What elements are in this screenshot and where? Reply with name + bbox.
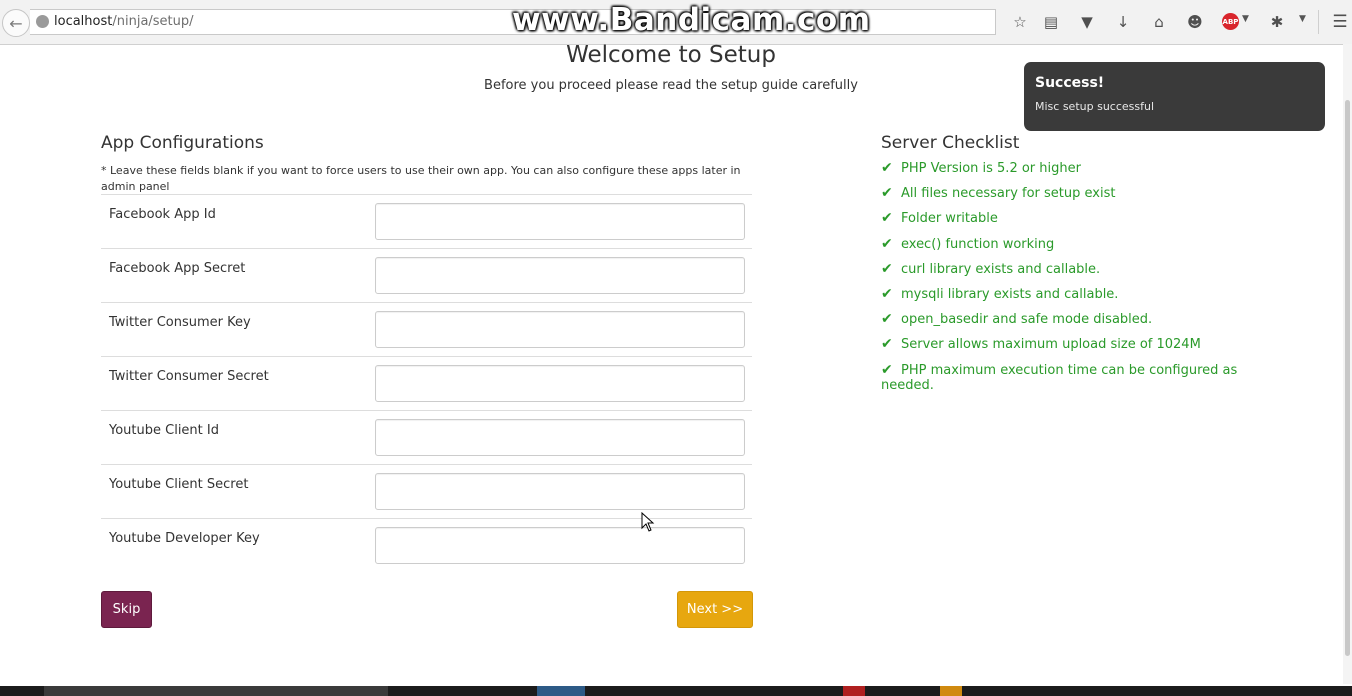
youtube-client-secret-label: Youtube Client Secret <box>109 477 249 492</box>
chat-icon[interactable]: ☻ <box>1185 12 1205 32</box>
checklist-item-text: Server allows maximum upload size of 102… <box>901 337 1201 353</box>
toolbar-divider <box>1318 10 1319 34</box>
checkmark-icon: ✔ <box>881 235 893 252</box>
server-checklist-title: Server Checklist <box>881 133 1020 153</box>
checkmark-icon: ✔ <box>881 160 893 176</box>
taskbar-app-icon[interactable] <box>537 686 585 696</box>
checklist-item-text: open_basedir and safe mode disabled. <box>901 312 1153 328</box>
checkmark-icon: ✔ <box>881 361 893 378</box>
twitter-consumer-secret-label: Twitter Consumer Secret <box>109 369 269 384</box>
skip-button[interactable]: Skip <box>101 591 152 628</box>
server-checklist: ✔ PHP Version is 5.2 or higher ✔ All files… <box>881 161 1241 403</box>
adblock-menu-caret-icon[interactable]: ▼ <box>1242 14 1249 24</box>
youtube-client-id-input[interactable] <box>375 419 745 456</box>
form-row-youtube-client-id: Youtube Client Id <box>101 410 752 464</box>
checklist-item: ✔ exec() function working <box>881 235 1241 252</box>
checklist-item-text: exec() function working <box>901 236 1055 252</box>
checklist-item: ✔ open_basedir and safe mode disabled. <box>881 311 1241 328</box>
bandicam-watermark: www.Bandicam.com <box>512 2 871 38</box>
globe-icon <box>36 15 49 28</box>
checkmark-icon: ✔ <box>881 336 893 353</box>
url-path: /ninja/setup/ <box>112 14 194 29</box>
checklist-item: ✔ PHP maximum execution time can be confi… <box>881 361 1241 393</box>
youtube-client-secret-input[interactable] <box>375 473 745 510</box>
toast-title: Success! <box>1035 75 1105 91</box>
form-row-youtube-client-secret: Youtube Client Secret <box>101 464 752 518</box>
checklist-item: ✔ All files necessary for setup exist <box>881 185 1241 202</box>
facebook-app-secret-input[interactable] <box>375 257 745 294</box>
back-button[interactable]: ← <box>2 9 30 37</box>
scrollbar-thumb[interactable] <box>1345 100 1350 656</box>
app-config-title: App Configurations <box>101 133 264 153</box>
form-row-facebook-app-id: Facebook App Id <box>101 194 752 248</box>
checklist-item-text: PHP maximum execution time can be config… <box>881 362 1238 393</box>
youtube-client-id-label: Youtube Client Id <box>109 423 219 438</box>
checklist-item-text: mysqli library exists and callable. <box>901 286 1119 302</box>
checkmark-icon: ✔ <box>881 311 893 328</box>
facebook-app-secret-label: Facebook App Secret <box>109 261 246 276</box>
bookmark-star-icon[interactable]: ☆ <box>1010 12 1030 32</box>
pocket-icon[interactable]: ▼ <box>1077 12 1097 32</box>
checklist-item: ✔ Folder writable <box>881 210 1241 227</box>
taskbar-app-icon[interactable] <box>843 686 865 696</box>
checkmark-icon: ✔ <box>881 210 893 227</box>
form-row-facebook-app-secret: Facebook App Secret <box>101 248 752 302</box>
url-text: localhost/ninja/setup/ <box>54 14 194 29</box>
checkmark-icon: ✔ <box>881 260 893 277</box>
overflow-caret-icon[interactable]: ▼ <box>1299 14 1306 24</box>
checklist-item-text: All files necessary for setup exist <box>901 186 1116 202</box>
checklist-item: ✔ Server allows maximum upload size of 10… <box>881 336 1241 353</box>
facebook-app-id-input[interactable] <box>375 203 745 240</box>
facebook-app-id-label: Facebook App Id <box>109 207 216 222</box>
checklist-item-text: PHP Version is 5.2 or higher <box>901 161 1081 176</box>
form-row-twitter-consumer-secret: Twitter Consumer Secret <box>101 356 752 410</box>
toast-message: Misc setup successful <box>1035 100 1155 113</box>
arrow-left-icon: ← <box>9 13 23 33</box>
twitter-consumer-key-label: Twitter Consumer Key <box>109 315 251 330</box>
browser-toolbar: ← localhost/ninja/setup/ www.Bandicam.co… <box>0 0 1352 45</box>
extension-icon[interactable]: ✱ <box>1267 12 1287 32</box>
checklist-item-text: Folder writable <box>901 211 998 227</box>
checklist-item: ✔ mysqli library exists and callable. <box>881 285 1241 302</box>
mouse-cursor-icon <box>641 512 655 532</box>
download-icon[interactable]: ↓ <box>1113 12 1133 32</box>
adblock-icon[interactable]: ABP <box>1222 13 1239 30</box>
app-config-note: * Leave these fields blank if you want t… <box>101 164 741 193</box>
hamburger-menu-icon[interactable]: ☰ <box>1330 12 1350 32</box>
url-host: localhost <box>54 14 113 29</box>
reading-list-icon[interactable]: ▤ <box>1041 12 1061 32</box>
checkmark-icon: ✔ <box>881 285 893 302</box>
form-row-twitter-consumer-key: Twitter Consumer Key <box>101 302 752 356</box>
home-icon[interactable]: ⌂ <box>1149 12 1169 32</box>
youtube-developer-key-label: Youtube Developer Key <box>109 531 260 546</box>
taskbar-window-button[interactable] <box>44 686 388 696</box>
taskbar-app-icon[interactable] <box>940 686 962 696</box>
next-button[interactable]: Next >> <box>677 591 753 628</box>
twitter-consumer-key-input[interactable] <box>375 311 745 348</box>
checkmark-icon: ✔ <box>881 185 893 202</box>
success-toast[interactable]: Success! Misc setup successful <box>1024 62 1325 131</box>
checklist-item-text: curl library exists and callable. <box>901 261 1101 277</box>
youtube-developer-key-input[interactable] <box>375 527 745 564</box>
twitter-consumer-secret-input[interactable] <box>375 365 745 402</box>
checklist-item: ✔ PHP Version is 5.2 or higher <box>881 160 1241 177</box>
checklist-item: ✔ curl library exists and callable. <box>881 260 1241 277</box>
